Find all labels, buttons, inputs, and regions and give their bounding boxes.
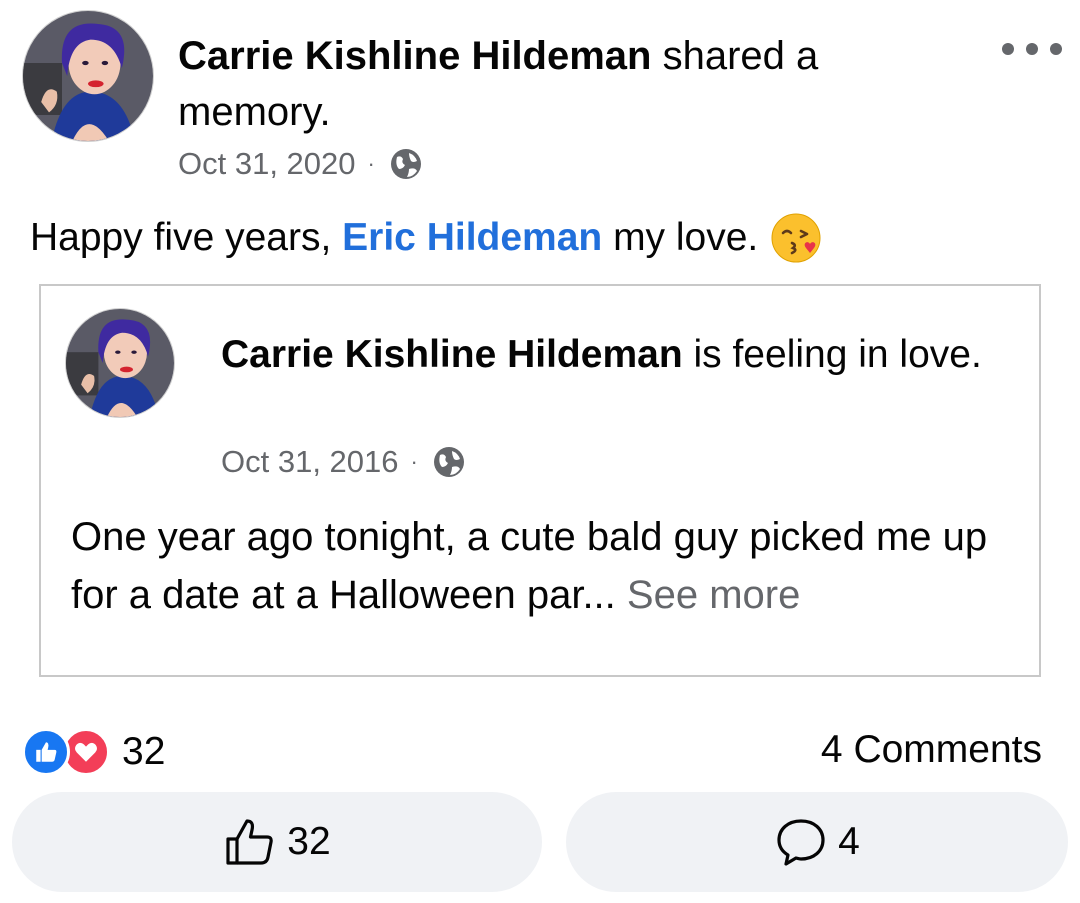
globe-icon[interactable] <box>389 147 423 181</box>
thumbs-up-icon <box>226 819 274 865</box>
comment-count: 4 <box>838 820 860 863</box>
reactions-summary[interactable]: 32 <box>22 728 165 776</box>
comment-bubble-icon <box>777 819 825 866</box>
post-text-end: my love. <box>602 216 759 259</box>
mention-link[interactable]: Eric Hildeman <box>342 210 602 266</box>
shared-post-header: Carrie Kishline Hildeman is feeling in l… <box>221 326 1011 384</box>
like-count: 32 <box>287 820 331 863</box>
post-meta: Oct 31, 2020 · <box>178 146 423 182</box>
comments-count[interactable]: 4 Comments <box>821 728 1042 772</box>
post-header: Carrie Kishline Hildeman shared a memory… <box>178 28 938 140</box>
shared-author-avatar[interactable] <box>65 308 175 418</box>
more-options-icon[interactable] <box>1002 34 1062 64</box>
shared-post-text: One year ago tonight, a cute bald guy pi… <box>71 515 988 617</box>
shared-author-name[interactable]: Carrie Kishline Hildeman <box>221 333 683 376</box>
reactions-count: 32 <box>122 730 166 773</box>
shared-memory-card[interactable]: Carrie Kishline Hildeman is feeling in l… <box>39 284 1041 677</box>
shared-feeling-text: is feeling in love. <box>682 333 982 376</box>
author-name[interactable]: Carrie Kishline Hildeman <box>178 34 651 78</box>
kissing-face-emoji <box>770 212 822 264</box>
meta-separator: · <box>410 449 418 474</box>
post-date[interactable]: Oct 31, 2020 <box>178 146 356 182</box>
more-dot <box>1002 43 1014 55</box>
like-icon <box>22 728 70 776</box>
like-button[interactable]: 32 <box>12 792 542 892</box>
more-dot <box>1050 43 1062 55</box>
shared-post-date[interactable]: Oct 31, 2016 <box>221 444 399 480</box>
post-text-start: Happy five years, <box>30 216 343 259</box>
more-dot <box>1026 43 1038 55</box>
shared-post-body: One year ago tonight, a cute bald guy pi… <box>71 508 1031 624</box>
shared-post-meta: Oct 31, 2016 · <box>221 444 466 480</box>
meta-separator: · <box>367 151 375 176</box>
see-more-link[interactable]: See more <box>616 573 800 617</box>
author-avatar[interactable] <box>22 10 154 142</box>
post-text: Happy five years, Eric Hildeman my love. <box>30 210 822 266</box>
comment-button[interactable]: 4 <box>566 792 1068 892</box>
globe-icon[interactable] <box>432 445 466 479</box>
